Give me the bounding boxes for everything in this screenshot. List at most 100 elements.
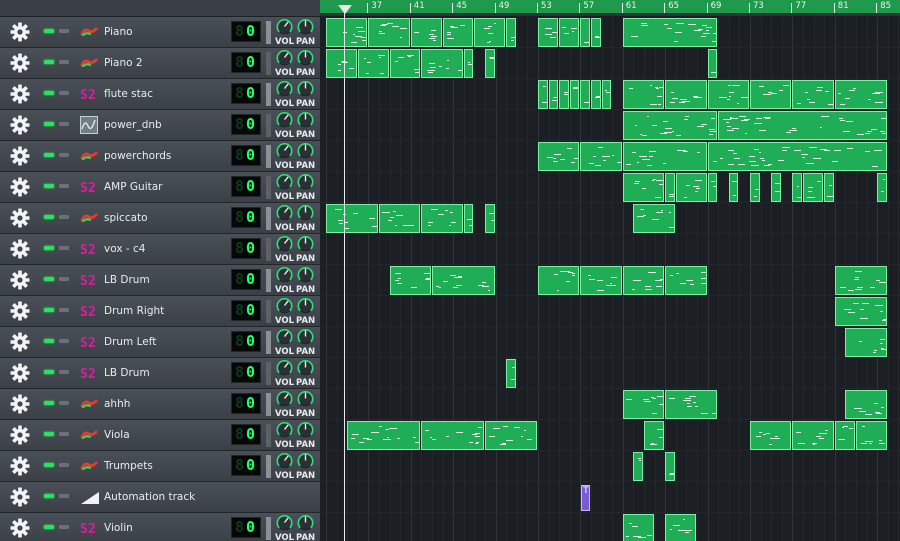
track-settings-gear-icon[interactable] <box>9 145 31 167</box>
track-name[interactable]: Drum Right <box>104 296 164 327</box>
track-header[interactable]: Piano 8 0 VOL PAN <box>0 17 320 48</box>
pattern-clip[interactable] <box>357 49 389 78</box>
track-lane[interactable] <box>320 482 900 513</box>
pattern-clip[interactable] <box>506 18 516 47</box>
pattern-clip[interactable] <box>792 421 834 450</box>
automation-track-icon[interactable] <box>80 488 99 506</box>
fx-channel-lcd[interactable]: 80 <box>231 424 261 445</box>
mute-toggle[interactable] <box>44 184 54 188</box>
track-settings-gear-icon[interactable] <box>9 393 31 415</box>
track-name[interactable]: AMP Guitar <box>104 172 163 203</box>
solo-toggle[interactable] <box>59 401 69 405</box>
pattern-clip[interactable] <box>622 111 718 140</box>
track-header[interactable]: Trumpets 8 0 VOL PAN <box>0 451 320 482</box>
pattern-clip[interactable] <box>834 80 887 109</box>
pattern-clip[interactable] <box>591 18 601 47</box>
pattern-clip[interactable] <box>707 49 718 78</box>
solo-toggle[interactable] <box>59 215 69 219</box>
fx-channel-lcd[interactable]: 80 <box>231 207 261 228</box>
pan-knob[interactable] <box>297 359 314 376</box>
mute-toggle[interactable] <box>44 246 54 250</box>
mute-toggle[interactable] <box>44 277 54 281</box>
piano-plugin-icon[interactable] <box>80 395 98 413</box>
pattern-clip[interactable] <box>559 80 569 109</box>
pattern-clip[interactable] <box>538 142 580 171</box>
track-settings-gear-icon[interactable] <box>9 362 31 384</box>
piano-plugin-icon[interactable] <box>80 147 98 165</box>
track-name[interactable]: vox - c4 <box>104 234 145 265</box>
track-settings-gear-icon[interactable] <box>9 331 31 353</box>
pattern-clip[interactable] <box>750 421 792 450</box>
volume-knob[interactable] <box>276 80 293 97</box>
sf2-player-icon[interactable]: S2 <box>80 85 98 103</box>
track-name[interactable]: Violin <box>104 513 133 541</box>
track-name[interactable]: Trumpets <box>104 451 153 482</box>
pattern-clip[interactable] <box>379 204 421 233</box>
track-name[interactable]: Viola <box>104 420 130 451</box>
pan-knob[interactable] <box>297 49 314 66</box>
track-lane[interactable] <box>320 513 900 541</box>
volume-knob[interactable] <box>276 235 293 252</box>
loop-region-bar[interactable]: 3741454953576165697377818589 <box>320 0 900 13</box>
fx-channel-lcd[interactable]: 80 <box>231 52 261 73</box>
pattern-clip[interactable] <box>845 390 887 419</box>
pattern-clip[interactable] <box>665 452 675 481</box>
solo-toggle[interactable] <box>59 91 69 95</box>
pattern-clip[interactable] <box>622 266 665 295</box>
pattern-clip[interactable] <box>622 390 665 419</box>
volume-knob[interactable] <box>276 452 293 469</box>
pattern-clip[interactable] <box>463 204 474 233</box>
pattern-clip[interactable] <box>538 266 580 295</box>
solo-toggle[interactable] <box>59 370 69 374</box>
track-header[interactable]: S2 flute stac 8 0 VOL PAN <box>0 79 320 110</box>
pattern-clip[interactable] <box>675 173 707 202</box>
solo-toggle[interactable] <box>59 525 69 529</box>
fx-channel-lcd[interactable]: 80 <box>231 114 261 135</box>
fx-channel-lcd[interactable]: 80 <box>231 455 261 476</box>
piano-plugin-icon[interactable] <box>80 54 98 72</box>
pan-knob[interactable] <box>297 204 314 221</box>
volume-knob[interactable] <box>276 514 293 531</box>
track-settings-gear-icon[interactable] <box>9 114 31 136</box>
pan-knob[interactable] <box>297 452 314 469</box>
pattern-clip[interactable] <box>622 514 654 541</box>
track-settings-gear-icon[interactable] <box>9 269 31 291</box>
pattern-clip[interactable] <box>718 111 887 140</box>
track-lane[interactable] <box>320 358 900 389</box>
fx-channel-lcd[interactable]: 80 <box>231 300 261 321</box>
pan-knob[interactable] <box>297 80 314 97</box>
pattern-clip[interactable] <box>538 80 548 109</box>
mute-toggle[interactable] <box>44 525 54 529</box>
fx-channel-lcd[interactable]: 80 <box>231 393 261 414</box>
pattern-clip[interactable] <box>485 421 537 450</box>
pattern-clip[interactable] <box>580 142 622 171</box>
pan-knob[interactable] <box>297 421 314 438</box>
pattern-clip[interactable] <box>580 80 590 109</box>
playhead-marker[interactable] <box>338 5 352 14</box>
track-settings-gear-icon[interactable] <box>9 21 31 43</box>
track-header[interactable]: Automation track <box>0 482 320 513</box>
pan-knob[interactable] <box>297 173 314 190</box>
track-header[interactable]: S2 Drum Right 8 0 VOL PAN <box>0 296 320 327</box>
pattern-clip[interactable] <box>410 18 442 47</box>
track-settings-gear-icon[interactable] <box>9 83 31 105</box>
solo-toggle[interactable] <box>59 184 69 188</box>
fx-channel-lcd[interactable]: 80 <box>231 238 261 259</box>
pan-knob[interactable] <box>297 18 314 35</box>
pattern-clip[interactable] <box>421 204 463 233</box>
pattern-clip[interactable] <box>707 80 749 109</box>
pattern-clip[interactable] <box>326 204 378 233</box>
pattern-clip[interactable] <box>559 18 580 47</box>
pattern-clip[interactable] <box>834 266 887 295</box>
piano-plugin-icon[interactable] <box>80 457 98 475</box>
pattern-clip[interactable] <box>633 204 675 233</box>
sf2-player-icon[interactable]: S2 <box>80 302 98 320</box>
track-lane[interactable] <box>320 327 900 358</box>
pattern-clip[interactable] <box>750 173 760 202</box>
pattern-clip[interactable] <box>622 173 665 202</box>
fx-channel-lcd[interactable]: 80 <box>231 176 261 197</box>
track-settings-gear-icon[interactable] <box>9 207 31 229</box>
sf2-player-icon[interactable]: S2 <box>80 178 98 196</box>
track-name[interactable]: Piano <box>104 17 133 48</box>
track-settings-gear-icon[interactable] <box>9 517 31 539</box>
